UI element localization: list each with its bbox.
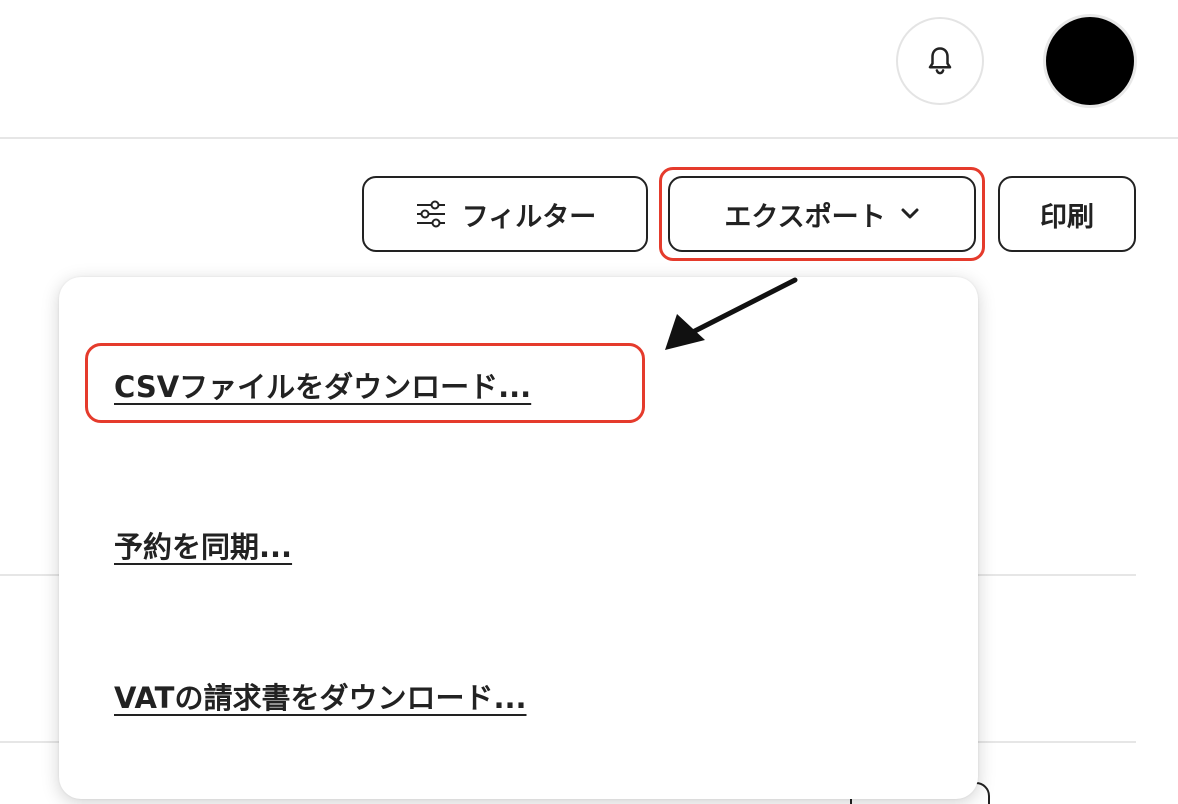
export-dropdown-menu: CSVファイルをダウンロード... 予約を同期... VATの請求書をダウンロー… [59,277,978,799]
notifications-button[interactable] [896,17,984,105]
menu-item-download-csv[interactable]: CSVファイルをダウンロード... [114,364,531,406]
export-button[interactable]: エクスポート [668,176,976,252]
avatar[interactable] [1043,14,1137,108]
header-divider [0,137,1178,139]
export-button-label: エクスポート [724,201,886,233]
bell-icon [928,47,952,75]
chevron-down-icon [901,208,919,219]
filter-button-label: フィルター [461,201,597,233]
print-button[interactable]: 印刷 [998,176,1136,252]
sliders-icon [416,200,445,228]
menu-item-sync-bookings[interactable]: 予約を同期... [114,524,292,566]
print-button-label: 印刷 [1040,201,1094,233]
filter-button[interactable]: フィルター [362,176,648,252]
page: フィルター エクスポート 印刷 CSVファイルをダウンロード... 予約を同期.… [0,0,1178,804]
menu-item-download-vat-invoice[interactable]: VATの請求書をダウンロード... [114,675,527,717]
